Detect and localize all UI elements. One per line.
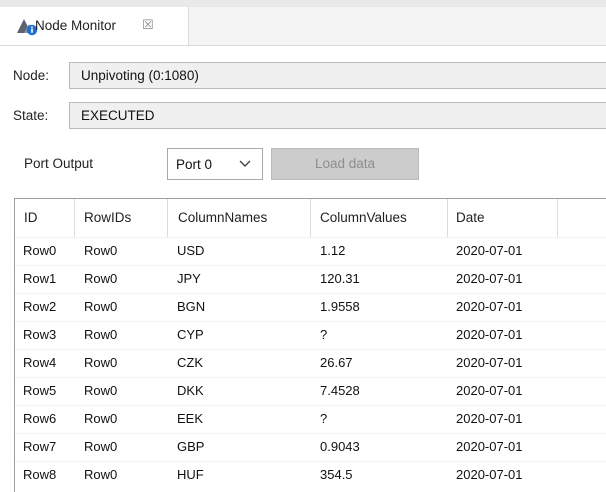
tab-node-monitor[interactable]: Node Monitor ☒: [0, 7, 189, 45]
cell-id: Row0: [23, 243, 57, 258]
cell-columnnames: EEK: [177, 411, 204, 426]
port-select[interactable]: Port 0: [167, 148, 263, 180]
cell-date: 2020-07-01: [456, 411, 523, 426]
cell-columnvalues: 354.5: [320, 467, 353, 482]
node-field: Unpivoting (0:1080): [69, 62, 606, 89]
node-label: Node:: [13, 68, 50, 83]
state-value: EXECUTED: [81, 108, 155, 123]
column-header-label: Date: [456, 210, 485, 225]
cell-rowids: Row0: [84, 467, 118, 482]
table-row[interactable]: Row4 Row0 CZK 26.67 2020-07-01: [15, 349, 606, 377]
cell-id: Row8: [23, 467, 57, 482]
cell-columnnames: CZK: [177, 355, 203, 370]
table-row[interactable]: Row6 Row0 EEK ? 2020-07-01: [15, 405, 606, 433]
column-header-columnnames[interactable]: ColumnNames: [168, 199, 311, 237]
cell-date: 2020-07-01: [456, 467, 523, 482]
cell-date: 2020-07-01: [456, 327, 523, 342]
table-row[interactable]: Row5 Row0 DKK 7.4528 2020-07-01: [15, 377, 606, 405]
cell-id: Row4: [23, 355, 57, 370]
tab-title: Node Monitor: [35, 18, 117, 33]
cell-id: Row3: [23, 327, 57, 342]
cell-columnvalues: 1.9558: [320, 299, 360, 314]
column-header-label: RowIDs: [84, 210, 132, 225]
node-value: Unpivoting (0:1080): [81, 68, 199, 83]
cell-id: Row2: [23, 299, 57, 314]
column-header-label: ColumnNames: [178, 210, 268, 225]
view-tab-bar: Node Monitor ☒: [0, 7, 606, 46]
cell-columnvalues: 120.31: [320, 271, 360, 286]
table-row[interactable]: Row3 Row0 CYP ? 2020-07-01: [15, 321, 606, 349]
close-icon[interactable]: ☒: [142, 17, 154, 33]
cell-date: 2020-07-01: [456, 271, 523, 286]
data-table[interactable]: ID RowIDs ColumnNames ColumnValues Date …: [14, 198, 606, 492]
cell-columnnames: JPY: [177, 271, 201, 286]
table-row[interactable]: Row1 Row0 JPY 120.31 2020-07-01: [15, 265, 606, 293]
table-row[interactable]: Row2 Row0 BGN 1.9558 2020-07-01: [15, 293, 606, 321]
cell-columnvalues: ?: [320, 411, 328, 426]
cell-rowids: Row0: [84, 271, 118, 286]
window-top-strip: [0, 0, 606, 7]
table-row[interactable]: Row0 Row0 USD 1.12 2020-07-01: [15, 237, 606, 265]
cell-rowids: Row0: [84, 299, 118, 314]
table-header: ID RowIDs ColumnNames ColumnValues Date: [15, 199, 606, 237]
cell-columnvalues: 7.4528: [320, 383, 360, 398]
cell-rowids: Row0: [84, 383, 118, 398]
port-select-value: Port 0: [176, 157, 213, 172]
cell-rowids: Row0: [84, 243, 118, 258]
column-header-label: ColumnValues: [320, 210, 407, 225]
state-field: EXECUTED: [69, 102, 606, 129]
cell-id: Row1: [23, 271, 57, 286]
load-data-button[interactable]: Load data: [271, 148, 419, 180]
cell-columnnames: DKK: [177, 383, 204, 398]
port-output-label: Port Output: [24, 156, 94, 171]
state-label: State:: [13, 108, 49, 123]
cell-columnvalues: ?: [320, 327, 328, 342]
cell-rowids: Row0: [84, 439, 118, 454]
cell-date: 2020-07-01: [456, 355, 523, 370]
column-header-label: ID: [24, 210, 38, 225]
cell-rowids: Row0: [84, 411, 118, 426]
cell-columnvalues: 0.9043: [320, 439, 360, 454]
cell-columnnames: HUF: [177, 467, 204, 482]
cell-columnvalues: 26.67: [320, 355, 353, 370]
chevron-down-icon: [239, 160, 251, 167]
table-row[interactable]: Row7 Row0 GBP 0.9043 2020-07-01: [15, 433, 606, 461]
column-header-rowids[interactable]: RowIDs: [75, 199, 168, 237]
cell-date: 2020-07-01: [456, 383, 523, 398]
cell-date: 2020-07-01: [456, 299, 523, 314]
column-header-id[interactable]: ID: [15, 199, 75, 237]
column-header-date[interactable]: Date: [448, 199, 558, 237]
cell-columnnames: BGN: [177, 299, 206, 314]
cell-id: Row5: [23, 383, 57, 398]
cell-rowids: Row0: [84, 355, 118, 370]
cell-columnnames: CYP: [177, 327, 204, 342]
cell-date: 2020-07-01: [456, 439, 523, 454]
cell-id: Row6: [23, 411, 57, 426]
cell-date: 2020-07-01: [456, 243, 523, 258]
cell-id: Row7: [23, 439, 57, 454]
cell-columnnames: USD: [177, 243, 205, 258]
table-row[interactable]: Row8 Row0 HUF 354.5 2020-07-01: [15, 461, 606, 489]
cell-rowids: Row0: [84, 327, 118, 342]
cell-columnvalues: 1.12: [320, 243, 346, 258]
cell-columnnames: GBP: [177, 439, 205, 454]
column-header-columnvalues[interactable]: ColumnValues: [311, 199, 448, 237]
